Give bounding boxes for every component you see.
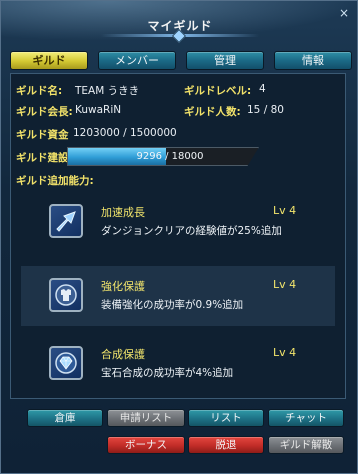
disband-button[interactable]: ギルド解散 — [268, 436, 344, 454]
guild-level-value: 4 — [259, 83, 266, 95]
arrow-up-icon — [49, 204, 83, 238]
progress-text: 9296 / 18000 — [136, 151, 204, 162]
apply-list-button[interactable]: 申請リスト — [107, 409, 185, 427]
guild-name-label: ギルド名: — [16, 85, 63, 97]
leave-button[interactable]: 脱退 — [188, 436, 264, 454]
ability-description: 装備強化の成功率が0.9%追加 — [101, 299, 244, 311]
ability-row-enhance-protection: 強化保護 Lv 4 装備強化の成功率が0.9%追加 — [21, 266, 335, 326]
abilities-label: ギルド追加能力: — [16, 175, 94, 187]
guild-build-label: ギルド建設: — [16, 152, 73, 164]
chat-button[interactable]: チャット — [268, 409, 344, 427]
ability-description: 宝石合成の成功率が4%追加 — [101, 367, 234, 379]
guild-level-label: ギルドレベル: — [184, 85, 252, 97]
tab-bar: ギルド メンバー 管理 情報 — [10, 51, 352, 70]
ability-name: 強化保護 — [101, 280, 145, 293]
guild-funds-value: 1203000 / 1500000 — [73, 127, 177, 139]
ability-level: Lv 4 — [273, 278, 297, 291]
ability-name: 加速成長 — [101, 206, 145, 219]
tab-guild[interactable]: ギルド — [10, 51, 88, 70]
warehouse-button[interactable]: 倉庫 — [27, 409, 103, 427]
guild-window: マイギルド × ギルド メンバー 管理 情報 ギルド名: TEAM うきき ギル… — [0, 0, 358, 474]
ability-description: ダンジョンクリアの経験値が25%追加 — [101, 225, 282, 237]
tab-members[interactable]: メンバー — [98, 51, 176, 70]
ability-level: Lv 4 — [273, 204, 297, 217]
armor-icon — [49, 278, 83, 312]
ability-row-speed-growth: 加速成長 Lv 4 ダンジョンクリアの経験値が25%追加 — [21, 192, 335, 252]
bonus-button[interactable]: ボーナス — [107, 436, 185, 454]
tab-management[interactable]: 管理 — [186, 51, 264, 70]
guild-master-label: ギルド会長: — [16, 106, 73, 118]
ability-level: Lv 4 — [273, 346, 297, 359]
guild-members-value: 15 / 80 — [247, 104, 284, 116]
guild-name-value: TEAM うきき — [75, 85, 140, 97]
list-button[interactable]: リスト — [188, 409, 264, 427]
tab-info[interactable]: 情報 — [274, 51, 352, 70]
guild-build-progress-bar: 9296 / 18000 — [67, 147, 259, 166]
gem-icon — [49, 346, 83, 380]
guild-members-label: ギルド人数: — [184, 106, 241, 118]
ability-row-synthesis-protection: 合成保護 Lv 4 宝石合成の成功率が4%追加 — [21, 334, 335, 394]
guild-funds-label: ギルド資金 — [16, 129, 69, 141]
ability-name: 合成保護 — [101, 348, 145, 361]
guild-master-value: KuwaRiN — [75, 104, 122, 116]
close-icon[interactable]: × — [337, 6, 351, 20]
